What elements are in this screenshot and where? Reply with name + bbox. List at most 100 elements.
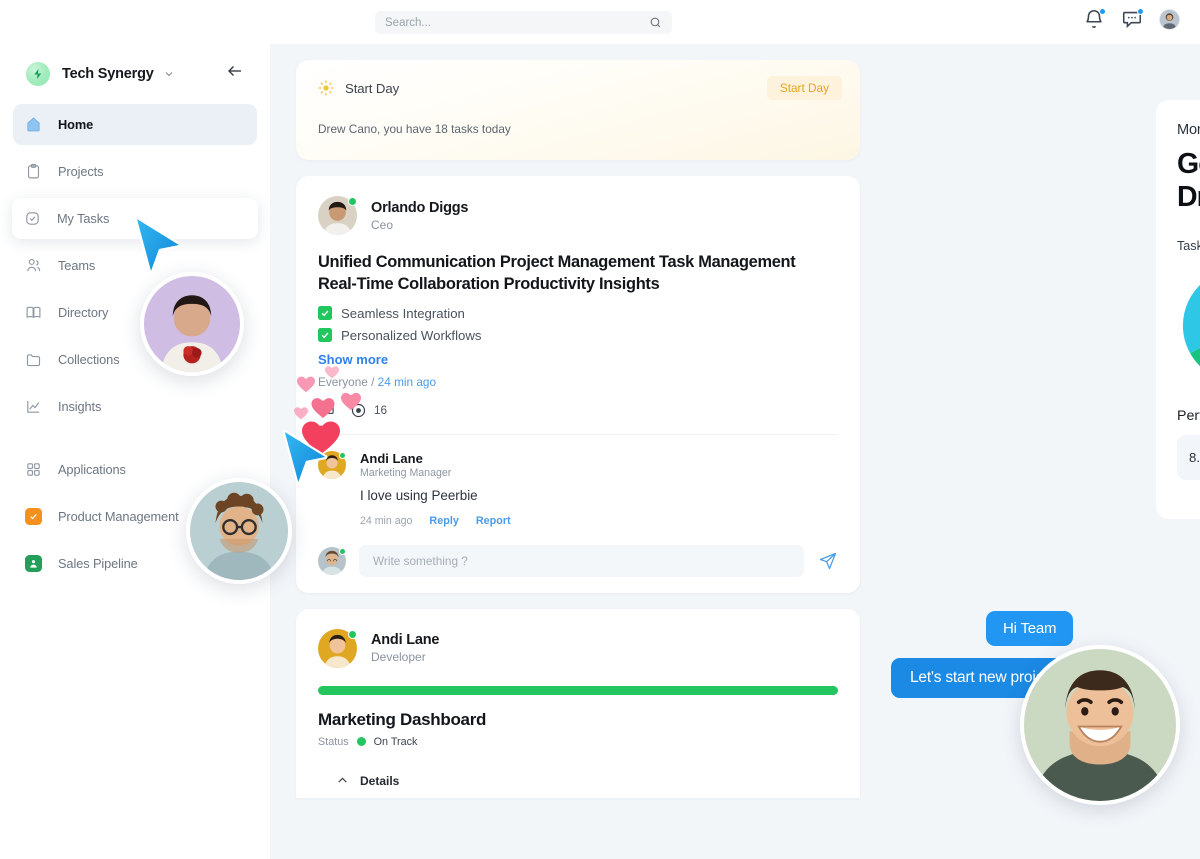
sidebar-item-teams[interactable]: Teams xyxy=(13,245,257,286)
greeting-title: Good morning, Drew xyxy=(1177,148,1200,214)
start-day-button[interactable]: Start Day xyxy=(766,76,842,100)
reply-link[interactable]: Reply xyxy=(429,515,458,527)
post-reactions: 16 xyxy=(318,402,838,419)
post-audience: Everyone / xyxy=(318,374,378,389)
performance-row[interactable]: 8. Drew Cano UI/UX Designer xyxy=(1177,434,1200,480)
main-content: Start Day Start Day Drew Cano, you have … xyxy=(270,44,1200,859)
dashboard-author[interactable]: Andi Lane Developer xyxy=(318,628,838,668)
checklist-item[interactable]: Seamless Integration xyxy=(318,306,838,321)
post-audience-line: Everyone / 24 min ago xyxy=(318,375,838,389)
status-badge: On Track xyxy=(373,735,418,748)
avatar[interactable] xyxy=(318,628,357,668)
comment-icon[interactable] xyxy=(318,402,335,419)
post-divider xyxy=(318,433,838,435)
app-tile-icon xyxy=(25,555,42,572)
online-indicator xyxy=(339,451,346,459)
dashboard-author-meta: Andi Lane Developer xyxy=(371,632,439,664)
checklist-item-label: Seamless Integration xyxy=(341,305,465,321)
performance-rank: 8. xyxy=(1189,449,1200,465)
top-bar-actions xyxy=(1083,8,1180,30)
search-icon[interactable] xyxy=(649,16,662,29)
search-input[interactable] xyxy=(385,16,649,29)
sidebar-item-label: Home xyxy=(58,117,94,132)
online-indicator xyxy=(348,629,357,639)
avatar[interactable] xyxy=(318,450,346,479)
start-day-header: Start Day Start Day xyxy=(296,60,860,100)
dashboard-card: Andi Lane Developer Marketing Dashboard … xyxy=(296,608,860,798)
start-day-title-group: Start Day xyxy=(318,80,399,96)
comment-input-wrapper[interactable] xyxy=(359,544,804,577)
brand-name: Tech Synergy xyxy=(62,66,154,82)
sidebar-item-projects[interactable]: Projects xyxy=(13,151,257,192)
sidebar-item-product-management[interactable]: Product Management xyxy=(13,496,257,537)
sidebar-item-applications[interactable]: Applications xyxy=(13,449,257,490)
message-badge xyxy=(1137,8,1144,15)
tasks-donut-chart: 27 total xyxy=(1177,263,1200,388)
collapse-sidebar-button[interactable] xyxy=(226,62,244,80)
send-icon[interactable] xyxy=(818,551,838,571)
post-views[interactable]: 16 xyxy=(350,402,387,419)
check-circle-icon xyxy=(24,210,41,227)
lightning-bolt-icon xyxy=(26,62,50,86)
comment-input[interactable] xyxy=(373,553,790,568)
checkbox-checked-icon[interactable] xyxy=(318,306,332,321)
app-tile-icon xyxy=(25,508,42,525)
comment-body: Andi Lane Marketing Manager I love using… xyxy=(360,451,838,527)
comment-item: Andi Lane Marketing Manager I love using… xyxy=(318,450,838,527)
avatar[interactable] xyxy=(318,196,357,235)
comment-author-role: Marketing Manager xyxy=(360,466,452,479)
post-author-role: Ceo xyxy=(371,217,394,232)
tasks-title: Tasks xyxy=(1177,238,1200,253)
right-panel: Monday, October 9 Good morning, Drew Tas… xyxy=(1156,100,1200,519)
chevron-down-icon[interactable] xyxy=(163,68,175,80)
sidebar-item-label: Product Management xyxy=(58,509,179,524)
start-day-banner: Start Day Start Day Drew Cano, you have … xyxy=(296,60,860,160)
dashboard-title: Marketing Dashboard xyxy=(318,709,487,729)
sidebar-item-label: Insights xyxy=(58,399,102,414)
details-toggle[interactable]: Details xyxy=(318,774,838,788)
donut-center-label: 27 total xyxy=(1177,263,1200,388)
tasks-chart-row: 27 total Today 18 Upcoming 6 xyxy=(1177,263,1200,388)
dashboard-status: Status On Track xyxy=(318,736,838,748)
post-view-count: 16 xyxy=(374,403,388,418)
status-label: Status xyxy=(318,735,349,748)
start-day-title: Start Day xyxy=(345,80,400,96)
sidebar-item-home[interactable]: Home xyxy=(13,104,257,145)
chart-line-icon xyxy=(25,398,42,415)
checklist-item[interactable]: Personalized Workflows xyxy=(318,328,838,343)
performance-section-header: Performance Show all > xyxy=(1177,408,1200,424)
sidebar-nav: Home Projects My Tasks Teams Directory C… xyxy=(0,104,270,584)
show-more-link[interactable]: Show more xyxy=(318,352,838,367)
eye-icon[interactable] xyxy=(350,402,367,419)
sidebar-item-my-tasks[interactable]: My Tasks xyxy=(12,198,258,239)
post-title: Unified Communication Project Management… xyxy=(318,253,796,293)
post-card: Orlando Diggs Ceo Unified Communication … xyxy=(296,176,860,593)
post-time: 24 min ago xyxy=(377,374,437,389)
comment-time: 24 min ago xyxy=(360,514,413,527)
notification-badge xyxy=(1099,8,1106,15)
user-avatar[interactable] xyxy=(1159,8,1180,30)
report-link[interactable]: Report xyxy=(476,515,511,527)
app-root: Tech Synergy Home xyxy=(0,0,1200,859)
sidebar-item-sales-pipeline[interactable]: Sales Pipeline xyxy=(13,543,257,584)
sidebar-item-label: Projects xyxy=(58,164,104,179)
chevron-up-icon[interactable] xyxy=(336,774,349,787)
search-bar[interactable] xyxy=(375,11,672,34)
sidebar-item-directory[interactable]: Directory xyxy=(13,292,257,333)
bell-icon[interactable] xyxy=(1083,8,1106,30)
sidebar-item-insights[interactable]: Insights xyxy=(13,386,257,427)
post-author[interactable]: Orlando Diggs Ceo xyxy=(318,196,838,235)
sidebar-item-label: My Tasks xyxy=(57,211,110,226)
checklist-item-label: Personalized Workflows xyxy=(341,327,482,343)
book-icon xyxy=(25,304,42,321)
details-label: Details xyxy=(360,773,400,788)
sidebar-item-label: Collections xyxy=(58,352,120,367)
chat-bubble-icon[interactable] xyxy=(1121,8,1144,30)
avatar[interactable] xyxy=(318,546,346,575)
sidebar-item-collections[interactable]: Collections xyxy=(13,339,257,380)
checkbox-checked-icon[interactable] xyxy=(318,328,332,343)
post-author-meta: Orlando Diggs Ceo xyxy=(371,200,468,232)
post-author-name: Orlando Diggs xyxy=(371,199,469,216)
feed-column: Start Day Start Day Drew Cano, you have … xyxy=(296,60,860,798)
sidebar-item-label: Applications xyxy=(58,462,126,477)
